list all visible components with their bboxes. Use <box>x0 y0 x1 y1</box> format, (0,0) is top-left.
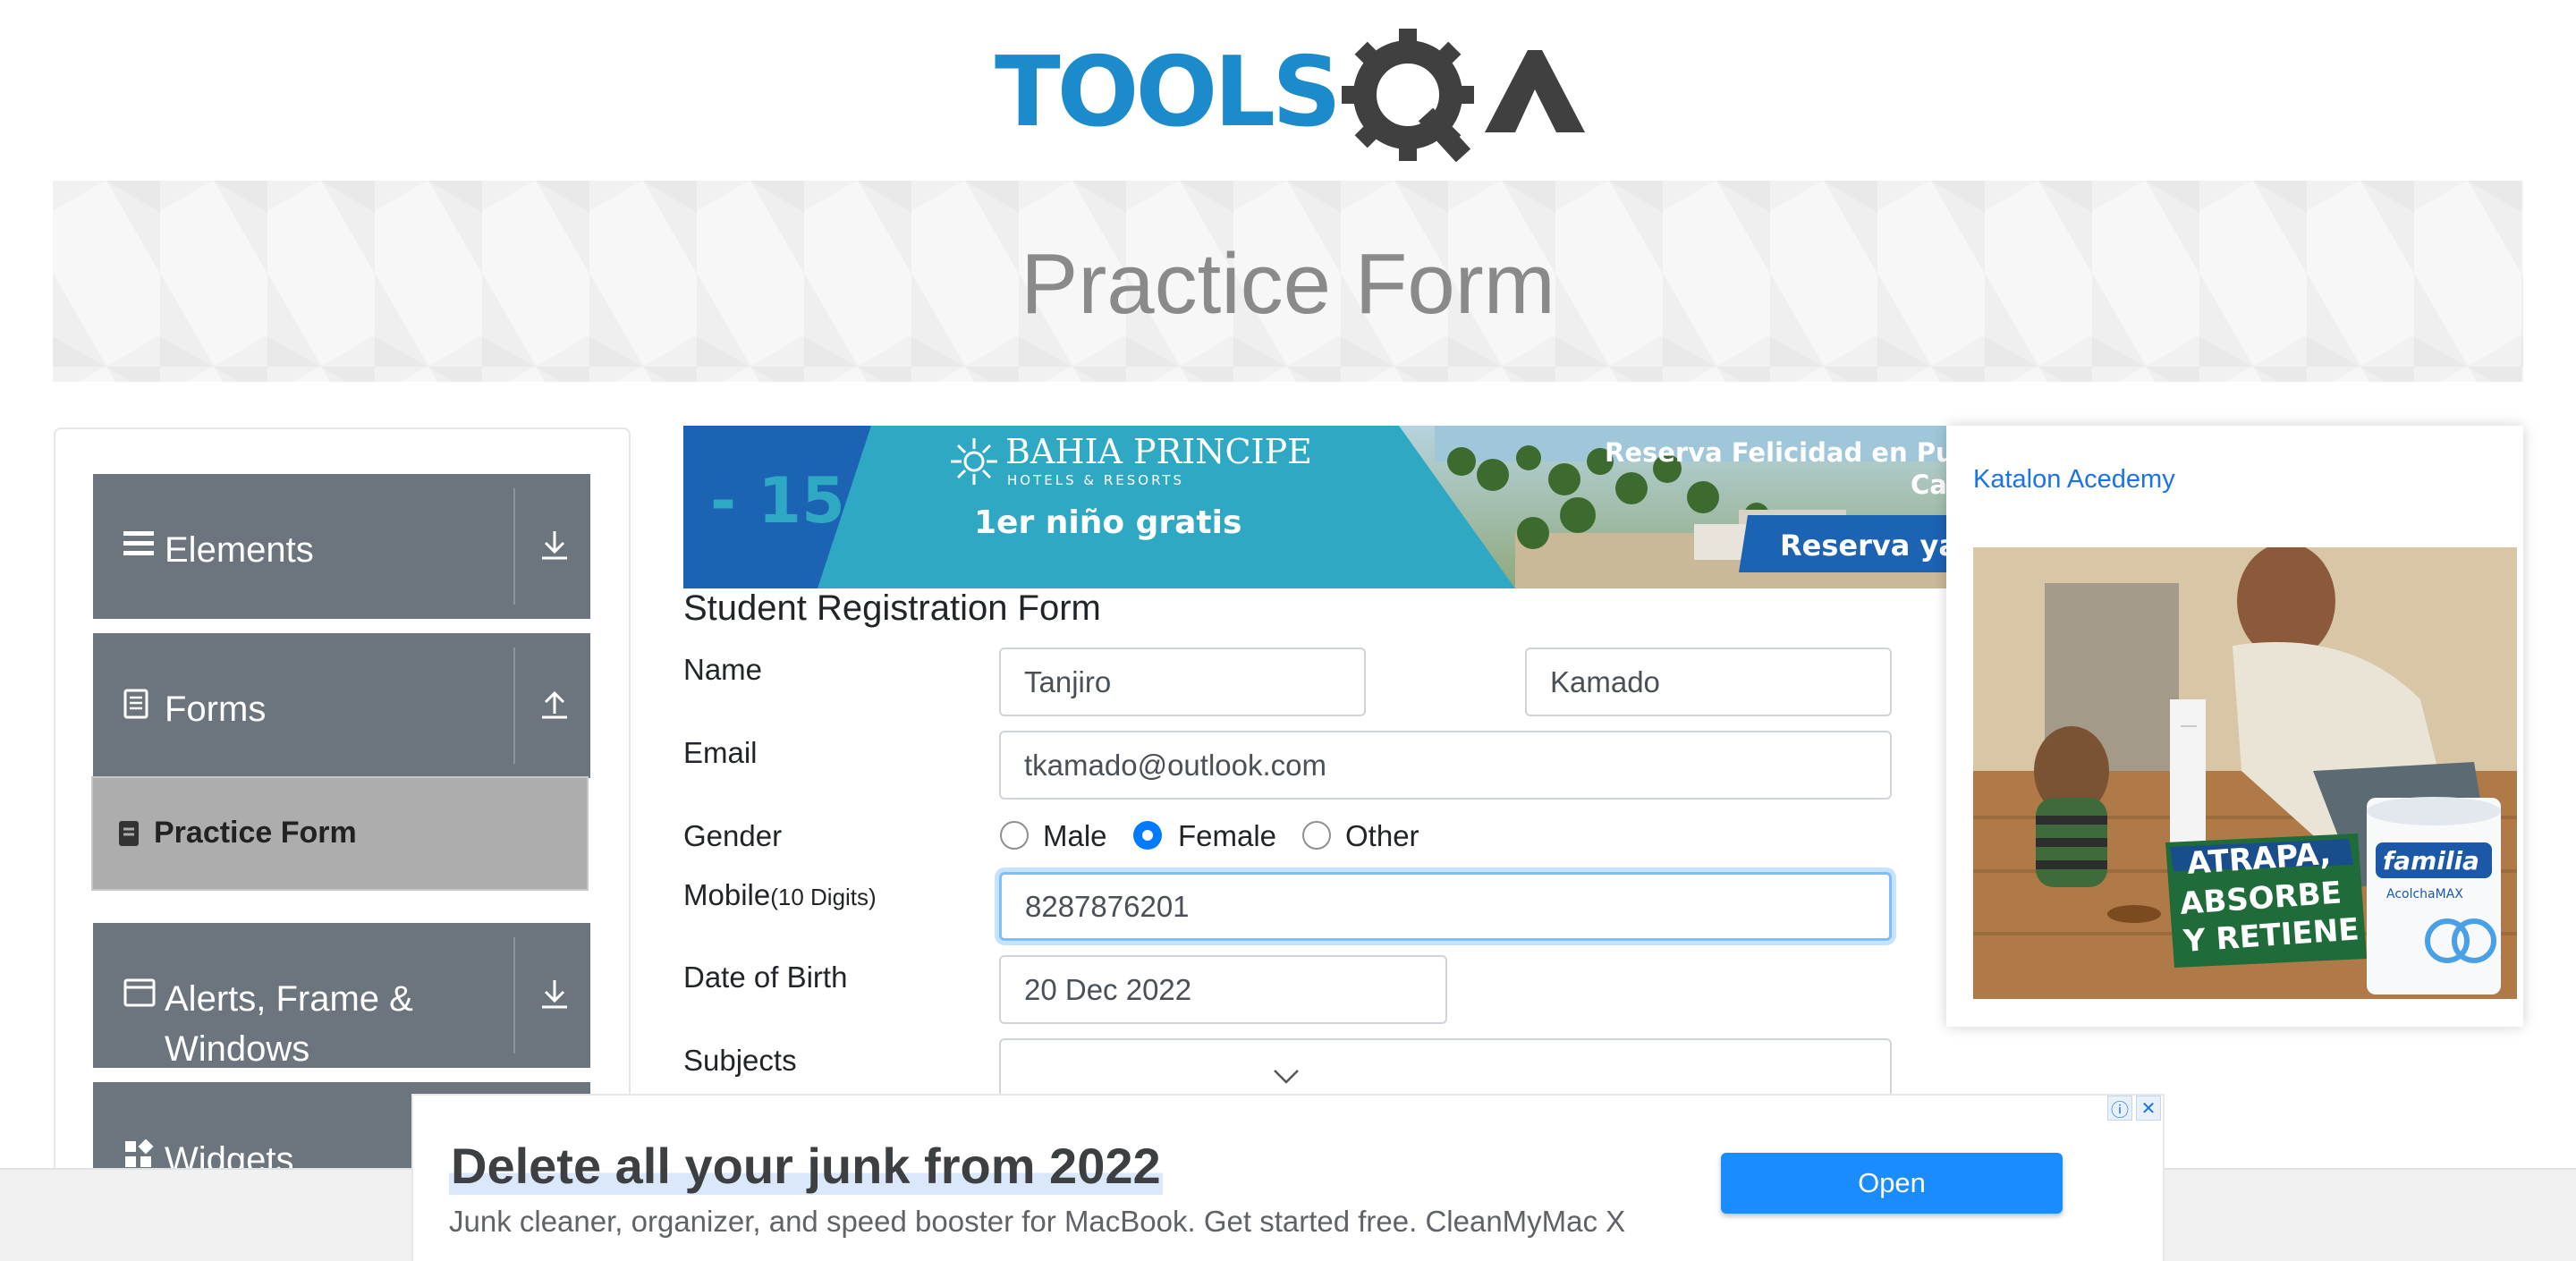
divider <box>513 647 515 764</box>
mobile-hint: (10 Digits) <box>770 884 877 910</box>
sponsored-ad[interactable]: Katalon Acedemy ATRAPA, ABSORBE Y RETIEN… <box>1946 426 2523 1027</box>
close-icon[interactable]: ✕ <box>2136 1096 2161 1121</box>
hamburger-icon <box>123 531 154 555</box>
subjects-label: Subjects <box>683 1044 797 1077</box>
sidebar-group-elements[interactable]: Elements <box>93 474 590 619</box>
sidebar-group-label: Forms <box>165 690 267 729</box>
gender-other-radio[interactable] <box>1302 821 1331 850</box>
gear-icon <box>1342 29 1474 163</box>
sidebar-group-label-line2: Windows <box>165 1029 310 1069</box>
ad-brand-sub: HOTELS & RESORTS <box>1007 472 1184 488</box>
dob-label: Date of Birth <box>683 961 848 994</box>
divider <box>513 488 515 605</box>
ad-image[interactable]: ATRAPA, ABSORBE Y RETIENE familia Acolch… <box>1973 547 2517 999</box>
logo-a <box>1485 50 1585 132</box>
mobile-input[interactable]: 8287876201 <box>999 872 1892 941</box>
adchoices[interactable]: ⓘ ✕ <box>2107 1096 2165 1122</box>
sidebar-group-label: Alerts, Frame & <box>165 979 413 1019</box>
page-banner: Practice Form <box>53 181 2523 382</box>
sidebar-group-forms[interactable]: Forms <box>93 633 590 778</box>
toolsqa-logo[interactable]: TOOLS <box>995 25 1585 168</box>
mobile-label: Mobile(10 Digits) <box>683 878 877 912</box>
widgets-icon <box>125 1139 154 1167</box>
form-icon <box>119 821 139 846</box>
gender-female-label[interactable]: Female <box>1178 819 1276 853</box>
page-title: Practice Form <box>1021 235 1555 332</box>
open-button[interactable]: Open <box>1721 1153 2063 1214</box>
ad-tagline: Reserva Felicidad en Pur <box>1605 437 1947 468</box>
travel-ad[interactable]: - 15 % BAHIA PRINCIPE HOTELS & RESORTS 1… <box>683 426 1947 588</box>
download-arrow-icon[interactable] <box>537 977 572 1012</box>
logo-text: TOOLS <box>995 37 1338 148</box>
dob-input[interactable]: 20 Dec 2022 <box>999 955 1447 1024</box>
product-brand: familia <box>2383 846 2479 876</box>
first-name-input[interactable]: Tanjiro <box>999 647 1366 716</box>
ad-tagline-2: Ca <box>1911 470 1947 500</box>
ad-cta-label: Reserva ya <box>1780 529 1947 563</box>
ad-offer: 1er niño gratis <box>974 504 1241 541</box>
upload-arrow-icon[interactable] <box>537 687 572 723</box>
document-icon <box>123 689 148 719</box>
mobile-label-text: Mobile <box>683 878 771 911</box>
sidebar-group-label: Elements <box>165 530 314 570</box>
ad-discount: - 15 % <box>710 464 929 537</box>
email-label: Email <box>683 736 758 769</box>
name-label: Name <box>683 653 763 686</box>
last-name-input[interactable]: Kamado <box>1525 647 1892 716</box>
product-name: AcolchaMAX <box>2386 887 2463 901</box>
ad-body: Junk cleaner, organizer, and speed boost… <box>449 1205 1626 1238</box>
chevron-down-icon[interactable] <box>1273 1069 1300 1085</box>
gender-male-label[interactable]: Male <box>1043 819 1107 853</box>
gender-other-label[interactable]: Other <box>1345 819 1419 853</box>
download-arrow-icon[interactable] <box>537 528 572 563</box>
sidebar-item-practice-form[interactable]: Practice Form <box>91 776 589 891</box>
sidebar-item-label: Practice Form <box>154 816 357 850</box>
sidebar-group-alerts[interactable]: Alerts, Frame & Windows <box>93 923 590 1069</box>
gender-male-radio[interactable] <box>1000 821 1029 850</box>
email-input[interactable]: tkamado@outlook.com <box>999 731 1892 800</box>
bottom-ad[interactable]: Delete all your junk from 2022 Junk clea… <box>411 1094 2165 1261</box>
gender-female-radio[interactable] <box>1133 821 1162 850</box>
gender-label: Gender <box>683 819 783 852</box>
info-icon[interactable]: ⓘ <box>2107 1096 2132 1121</box>
divider <box>513 937 515 1054</box>
ad-headline: Delete all your junk from 2022 <box>449 1137 1163 1195</box>
window-icon <box>123 978 156 1007</box>
ad-brand: BAHIA PRINCIPE <box>1005 432 1312 471</box>
form-title: Student Registration Form <box>683 588 1101 628</box>
katalon-link[interactable]: Katalon Acedemy <box>1973 465 2175 495</box>
